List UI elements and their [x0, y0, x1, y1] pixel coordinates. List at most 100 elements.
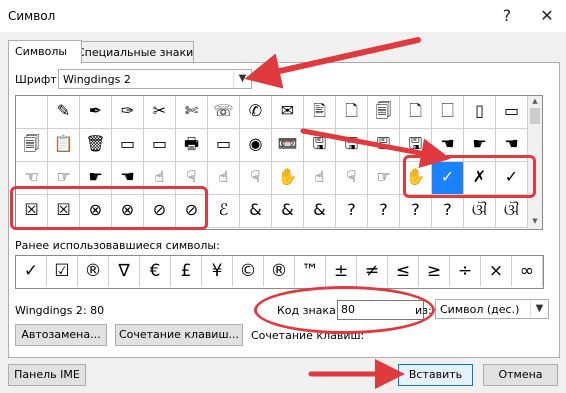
- shortcut-key-button[interactable]: Сочетание клавиш...: [115, 324, 243, 346]
- symbol-cell[interactable]: ✋: [400, 162, 432, 195]
- symbol-cell[interactable]: ଔ: [464, 195, 496, 228]
- recent-symbol[interactable]: ≥: [419, 256, 450, 286]
- ime-pad-button[interactable]: Панель IME: [8, 364, 86, 386]
- help-icon[interactable]: ?: [497, 6, 517, 26]
- symbol-cell[interactable]: ☛: [464, 129, 496, 162]
- symbol-cell[interactable]: ✑: [112, 96, 144, 129]
- scroll-thumb[interactable]: [530, 108, 540, 124]
- symbol-cell[interactable]: 🗋: [400, 96, 432, 129]
- grid-scrollbar[interactable]: ▲ ▼: [528, 95, 543, 230]
- recent-symbol[interactable]: ¥: [202, 256, 233, 286]
- symbol-cell[interactable]: ଔ: [496, 195, 528, 228]
- symbol-cell[interactable]: ✄: [176, 96, 208, 129]
- symbol-cell[interactable]: ☏: [208, 96, 240, 129]
- symbol-cell[interactable]: ☚: [496, 129, 528, 162]
- symbol-cell[interactable]: ☟: [240, 162, 272, 195]
- font-select[interactable]: Wingdings 2 ▼: [58, 69, 252, 89]
- symbol-cell[interactable]: ☒: [16, 195, 48, 228]
- symbol-cell[interactable]: ✓: [496, 162, 528, 195]
- recent-symbol[interactable]: ∇: [109, 256, 140, 286]
- recent-symbol[interactable]: €: [140, 256, 171, 286]
- recent-symbol[interactable]: ±: [326, 256, 357, 286]
- char-code-input[interactable]: 80: [337, 300, 424, 320]
- symbol-cell[interactable]: 🗋: [336, 96, 368, 129]
- symbol-cell[interactable]: 🖫: [368, 129, 400, 162]
- symbol-cell[interactable]: ✒: [80, 96, 112, 129]
- symbol-cell[interactable]: ?: [368, 195, 400, 228]
- symbol-cell[interactable]: ℰ: [208, 195, 240, 228]
- symbol-cell[interactable]: ☟: [336, 162, 368, 195]
- symbol-cell[interactable]: ✓: [432, 162, 464, 195]
- scroll-down-icon[interactable]: ▼: [528, 217, 542, 227]
- cancel-button[interactable]: Отмена: [483, 364, 558, 386]
- symbol-cell[interactable]: &: [304, 195, 336, 228]
- symbol-cell[interactable]: ✎: [48, 96, 80, 129]
- symbol-cell[interactable]: ☚: [112, 162, 144, 195]
- insert-button[interactable]: Вставить: [398, 364, 473, 386]
- from-select[interactable]: Символ (дес.) ▼: [435, 299, 549, 319]
- tab-special-chars[interactable]: Специальные знаки: [70, 41, 194, 63]
- symbol-cell[interactable]: ?: [400, 195, 432, 228]
- symbol-cell[interactable]: ✗: [464, 162, 496, 195]
- symbol-cell[interactable]: ✆: [240, 96, 272, 129]
- chevron-down-icon[interactable]: ▼: [530, 300, 548, 318]
- font-label: Шрифт:: [15, 73, 61, 86]
- symbol-cell[interactable]: ☝: [144, 162, 176, 195]
- symbol-cell[interactable]: ☟: [176, 162, 208, 195]
- close-icon[interactable]: ✕: [537, 6, 557, 26]
- symbol-cell[interactable]: &: [272, 195, 304, 228]
- recent-symbol[interactable]: ÷: [450, 256, 481, 286]
- recent-symbol[interactable]: ®: [264, 256, 295, 286]
- recent-symbol[interactable]: £: [171, 256, 202, 286]
- symbol-cell[interactable]: 🗐: [368, 96, 400, 129]
- symbol-cell[interactable]: ☛: [80, 162, 112, 195]
- symbol-cell[interactable]: ⊗: [80, 195, 112, 228]
- recent-symbol[interactable]: ®: [78, 256, 109, 286]
- symbol-cell[interactable]: ⊘: [176, 195, 208, 228]
- symbol-cell[interactable]: 🖹: [304, 96, 336, 129]
- symbol-cell[interactable]: 📋: [48, 129, 80, 162]
- recent-symbol[interactable]: ≠: [357, 256, 388, 286]
- symbol-cell[interactable]: 🖶: [176, 129, 208, 162]
- symbol-cell[interactable]: ✋: [272, 162, 304, 195]
- recent-symbol[interactable]: ≤: [388, 256, 419, 286]
- symbol-cell[interactable]: ☒: [48, 195, 80, 228]
- symbol-cell[interactable]: ✂: [144, 96, 176, 129]
- symbol-cell[interactable]: 🗑: [80, 129, 112, 162]
- symbol-cell[interactable]: [16, 96, 48, 129]
- recent-symbol[interactable]: ☑: [47, 256, 78, 286]
- chevron-down-icon[interactable]: ▼: [233, 70, 251, 88]
- symbol-cell[interactable]: 🗐: [16, 129, 48, 162]
- recent-symbol[interactable]: ∞: [512, 256, 543, 286]
- symbol-cell[interactable]: ☜: [16, 162, 48, 195]
- symbol-cell[interactable]: ▭: [208, 129, 240, 162]
- autocorrect-button[interactable]: Автозамена...: [15, 324, 107, 346]
- symbol-cell[interactable]: ▭: [112, 129, 144, 162]
- symbol-cell[interactable]: ☝: [208, 162, 240, 195]
- symbol-cell[interactable]: ☞: [48, 162, 80, 195]
- symbol-cell[interactable]: ☚: [432, 129, 464, 162]
- scroll-up-icon[interactable]: ▲: [528, 97, 542, 107]
- symbol-cell[interactable]: &: [240, 195, 272, 228]
- symbol-cell[interactable]: ?: [336, 195, 368, 228]
- symbol-cell[interactable]: ⊗: [112, 195, 144, 228]
- symbol-cell[interactable]: ▭: [496, 96, 528, 129]
- symbol-cell[interactable]: ⊘: [144, 195, 176, 228]
- symbol-cell[interactable]: ◉: [240, 129, 272, 162]
- symbol-cell[interactable]: ?: [432, 195, 464, 228]
- symbol-cell[interactable]: ☝: [304, 162, 336, 195]
- tab-symbols[interactable]: Символы: [8, 40, 82, 63]
- symbol-cell[interactable]: ✉: [272, 96, 304, 129]
- recent-symbol[interactable]: ©: [233, 256, 264, 286]
- symbol-cell[interactable]: ▯: [464, 96, 496, 129]
- symbol-cell[interactable]: 🖫: [400, 129, 432, 162]
- symbol-cell[interactable]: 🖫: [304, 129, 336, 162]
- recent-symbol[interactable]: ™: [295, 256, 326, 286]
- symbol-cell[interactable]: 🖫: [336, 129, 368, 162]
- symbol-cell[interactable]: 📼: [272, 129, 304, 162]
- recent-symbol[interactable]: ×: [481, 256, 512, 286]
- recent-symbol[interactable]: ✓: [16, 256, 47, 286]
- symbol-cell[interactable]: ☞: [368, 162, 400, 195]
- symbol-cell[interactable]: 🗌: [432, 96, 464, 129]
- symbol-cell[interactable]: ▭: [144, 129, 176, 162]
